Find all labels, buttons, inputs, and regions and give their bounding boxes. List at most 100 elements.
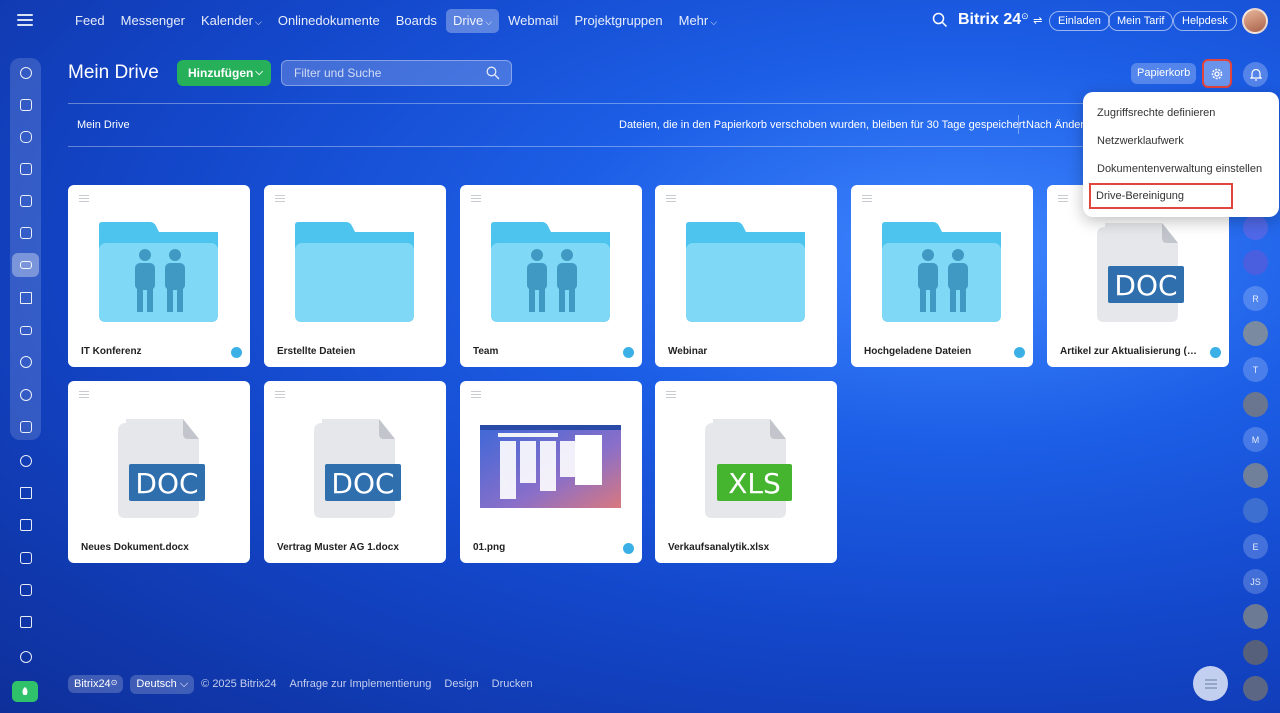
presentation-icon[interactable] [10, 415, 41, 439]
folder-icon [295, 222, 414, 322]
nav-onlinedokumente[interactable]: Onlinedokumente [271, 9, 387, 33]
avatar[interactable]: T [1243, 357, 1268, 382]
avatar[interactable]: E [1243, 534, 1268, 559]
nav-kalender[interactable]: Kalender ⌵ [194, 9, 269, 33]
nav-messenger[interactable]: Messenger [114, 9, 192, 33]
nav-boards[interactable]: Boards [389, 9, 444, 33]
file-name[interactable]: Erstellte Dateien [277, 346, 417, 357]
settings-sliders-icon[interactable]: ⇌ [1033, 15, 1042, 27]
avatar[interactable] [1243, 392, 1268, 417]
nav-mehr[interactable]: Mehr ⌵ [672, 9, 724, 33]
avatar[interactable] [1243, 250, 1268, 275]
rocket-icon[interactable] [12, 681, 38, 702]
avatar[interactable] [1243, 604, 1268, 629]
file-card[interactable]: 01.png [460, 381, 642, 563]
shared-folder-icon [882, 222, 1001, 322]
avatar[interactable] [1243, 215, 1268, 240]
list-icon[interactable] [1193, 666, 1228, 701]
funnel-icon[interactable] [10, 286, 41, 310]
shared-icon [623, 543, 634, 554]
nav-webmail[interactable]: Webmail [501, 9, 565, 33]
calendar-icon[interactable] [10, 157, 41, 181]
folder-icon [686, 222, 805, 322]
mail-icon[interactable] [10, 318, 41, 342]
file-card[interactable]: XLS Verkaufsanalytik.xlsx [655, 381, 837, 563]
avatar[interactable] [1243, 640, 1268, 665]
footer-link[interactable]: Design [444, 678, 478, 690]
avatar[interactable] [1243, 498, 1268, 523]
add-button[interactable]: Hinzufügen ⌵ [177, 60, 271, 86]
avatar[interactable]: R [1243, 286, 1268, 311]
menu-item-drive-cleanup[interactable]: Drive-Bereinigung [1089, 183, 1233, 209]
activity-icon[interactable] [10, 61, 41, 85]
footer-link[interactable]: Anfrage zur Implementierung [290, 678, 432, 690]
file-name[interactable]: IT Konferenz [81, 346, 221, 357]
search-input[interactable]: Filter und Suche [281, 60, 512, 86]
file-card[interactable]: DOC Vertrag Muster AG 1.docx [264, 381, 446, 563]
shared-icon [1210, 347, 1221, 358]
contacts-icon[interactable] [10, 350, 41, 374]
file-card[interactable]: Team [460, 185, 642, 367]
left-sidebar [10, 58, 41, 440]
trash-button[interactable]: Papierkorb [1131, 63, 1197, 84]
file-card[interactable]: Erstellte Dateien [264, 185, 446, 367]
divider [68, 103, 1240, 104]
invite-button[interactable]: Einladen [1049, 11, 1110, 31]
file-card[interactable]: Webinar [655, 185, 837, 367]
cart-icon[interactable] [10, 513, 41, 537]
footer-link[interactable]: Drucken [492, 678, 533, 690]
analytics-icon[interactable] [10, 481, 41, 505]
user-avatar[interactable] [1242, 8, 1268, 34]
file-name[interactable]: Neues Dokument.docx [81, 542, 221, 553]
file-name[interactable]: Webinar [668, 346, 808, 357]
menu-item-access-rights[interactable]: Zugriffsrechte definieren [1097, 107, 1215, 119]
footer-brand[interactable]: Bitrix24⊙ [68, 675, 124, 693]
menu-icon[interactable] [17, 14, 33, 26]
copyright: © 2025 Bitrix24 [201, 678, 277, 690]
file-name[interactable]: Hochgeladene Dateien [864, 346, 1004, 357]
feed-icon[interactable] [10, 93, 41, 117]
target-icon[interactable] [10, 449, 41, 473]
hexagon-icon[interactable] [10, 383, 41, 407]
chevron-down-icon: ⌵ [710, 17, 718, 27]
bell-icon[interactable] [1243, 62, 1268, 87]
tasks-icon[interactable] [10, 221, 41, 245]
file-name[interactable]: Team [473, 346, 613, 357]
menu-item-document-management[interactable]: Dokumentenverwaltung einstellen [1097, 163, 1262, 175]
top-nav: Feed Messenger Kalender ⌵ Onlinedokumente… [68, 9, 724, 33]
file-name[interactable]: Vertrag Muster AG 1.docx [277, 542, 417, 553]
file-card[interactable]: IT Konferenz [68, 185, 250, 367]
settings-icon[interactable] [10, 645, 41, 669]
avatar[interactable]: JS [1243, 569, 1268, 594]
trash-notice: Dateien, die in den Papierkorb verschobe… [619, 119, 1029, 131]
gear-icon[interactable] [1202, 59, 1232, 88]
plan-button[interactable]: Mein Tarif [1108, 11, 1174, 31]
menu-item-network-drive[interactable]: Netzwerklaufwerk [1097, 135, 1184, 147]
helpdesk-button[interactable]: Helpdesk [1173, 11, 1237, 31]
language-select[interactable]: Deutsch ⌵ [130, 674, 195, 694]
nav-projektgruppen[interactable]: Projektgruppen [567, 9, 669, 33]
search-icon[interactable] [486, 66, 500, 80]
avatar[interactable] [1243, 463, 1268, 488]
robot-icon[interactable] [10, 578, 41, 602]
drive-icon[interactable] [12, 253, 39, 277]
nav-feed[interactable]: Feed [68, 9, 112, 33]
file-badge: XLS [728, 467, 781, 500]
sort-selector[interactable]: Nach Änderungsdatum [1026, 119, 1084, 131]
search-icon[interactable] [932, 12, 948, 28]
file-name[interactable]: 01.png [473, 542, 613, 553]
file-name[interactable]: Verkaufsanalytik.xlsx [668, 542, 808, 553]
document-icon[interactable] [10, 189, 41, 213]
avatar[interactable] [1243, 321, 1268, 346]
box-icon[interactable] [10, 546, 41, 570]
store-icon[interactable] [10, 610, 41, 634]
chat-icon[interactable] [10, 125, 41, 149]
nav-drive[interactable]: Drive ⌵ [445, 9, 500, 33]
breadcrumb[interactable]: Mein Drive [77, 119, 130, 131]
file-name[interactable]: Artikel zur Aktualisierung (Mia... [1060, 346, 1200, 357]
file-card[interactable]: Hochgeladene Dateien [851, 185, 1033, 367]
file-card[interactable]: DOC Neues Dokument.docx [68, 381, 250, 563]
chevron-down-icon: ⌵ [485, 17, 493, 27]
avatar[interactable]: M [1243, 427, 1268, 452]
avatar[interactable] [1243, 676, 1268, 701]
